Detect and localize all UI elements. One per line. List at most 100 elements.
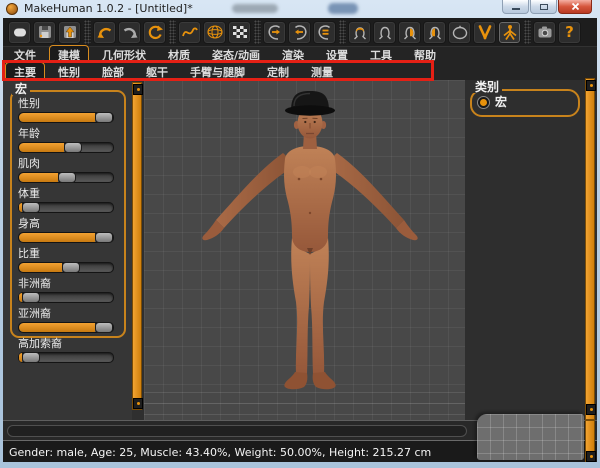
slider-track[interactable]: [18, 262, 114, 273]
model-foot-right: [313, 372, 336, 389]
watermark-blur: [328, 3, 358, 14]
slider-handle[interactable]: [22, 202, 40, 213]
sub-tab-bar: 主要 性别 脸部 躯干 手臂与腿脚 定制 测量: [3, 63, 597, 81]
load-icon[interactable]: [58, 21, 81, 44]
sub-tab-gender[interactable]: 性别: [49, 62, 89, 82]
menu-tab-bar: 文件 建模 几何形状 材质 姿态/动画 渲染 设置 工具 帮助: [3, 46, 597, 63]
slider-height: 身高: [18, 218, 118, 243]
toolbar-separator: [169, 20, 176, 44]
macro-radio-button[interactable]: [477, 96, 490, 109]
undo-icon[interactable]: [93, 21, 116, 44]
lower-right-scrollbar[interactable]: [585, 420, 595, 462]
macro-sliders: 性别 年龄 肌肉: [18, 98, 118, 368]
slider-track[interactable]: [18, 142, 114, 153]
sub-tab-custom[interactable]: 定制: [258, 62, 298, 82]
slider-track[interactable]: [18, 352, 114, 363]
scrollbar-button[interactable]: [586, 451, 596, 462]
slider-asian: 亚洲裔: [18, 308, 118, 333]
macro-radio-label: 宏: [495, 96, 507, 109]
slider-track[interactable]: [18, 112, 114, 123]
category-group-title: 类别: [472, 81, 502, 93]
slider-handle[interactable]: [22, 292, 40, 303]
model-arm-right: [329, 153, 404, 228]
close-icon: [571, 2, 580, 11]
scrollbar-button[interactable]: [586, 80, 596, 91]
toolbar-separator: [339, 20, 346, 44]
sub-tab-arms-legs[interactable]: 手臂与腿脚: [181, 62, 254, 82]
help-icon[interactable]: ?: [558, 21, 581, 44]
slider-handle[interactable]: [95, 232, 113, 243]
slider-track[interactable]: [18, 232, 114, 243]
grid-texture-artifact: [477, 414, 584, 460]
sub-tab-face[interactable]: 脸部: [93, 62, 133, 82]
smooth-icon[interactable]: [178, 21, 201, 44]
model-arm-left: [216, 153, 291, 228]
slider-gender: 性别: [18, 98, 118, 123]
head-right-half-icon[interactable]: [398, 21, 421, 44]
face-rotate-right-icon[interactable]: [263, 21, 286, 44]
sub-tab-torso[interactable]: 躯干: [137, 62, 177, 82]
save-icon[interactable]: [33, 21, 56, 44]
app-client-area: ? 文件 建模 几何形状 材质 姿态/动画 渲染 设置 工具 帮助 主要 性别 …: [3, 18, 597, 462]
minimize-button[interactable]: [502, 0, 529, 14]
menu-tab-help[interactable]: 帮助: [405, 45, 445, 65]
head-top-view-icon[interactable]: [448, 21, 471, 44]
maximize-button[interactable]: [530, 0, 557, 14]
hands-icon[interactable]: [473, 21, 496, 44]
viewport-left-scrollbar[interactable]: [132, 82, 142, 410]
new-document-icon[interactable]: [8, 21, 31, 44]
slider-track[interactable]: [18, 322, 114, 333]
wireframe-globe-icon[interactable]: [203, 21, 226, 44]
macro-group-title: 宏: [12, 83, 30, 95]
model-torso: [284, 146, 336, 252]
texture-checker-icon[interactable]: [228, 21, 251, 44]
slider-african: 非洲裔: [18, 278, 118, 303]
window-title: MakeHuman 1.0.2 - [Untitled]*: [24, 2, 193, 15]
face-rotate-left-icon[interactable]: [288, 21, 311, 44]
slider-muscle: 肌肉: [18, 158, 118, 183]
title-bar[interactable]: MakeHuman 1.0.2 - [Untitled]*: [0, 0, 600, 18]
reset-icon[interactable]: [143, 21, 166, 44]
slider-handle[interactable]: [58, 172, 76, 183]
progress-bar: [7, 425, 467, 437]
slider-handle[interactable]: [95, 322, 113, 333]
viewport-right-scrollbar[interactable]: [585, 78, 595, 420]
scrollbar-button[interactable]: [133, 398, 143, 409]
menu-tab-utilities[interactable]: 工具: [361, 45, 401, 65]
redo-icon[interactable]: [118, 21, 141, 44]
toolbar-separator: [524, 20, 531, 44]
camera-icon[interactable]: [533, 21, 556, 44]
human-model: [144, 80, 465, 420]
slider-proportions: 比重: [18, 248, 118, 273]
slider-handle[interactable]: [22, 352, 40, 363]
slider-handle[interactable]: [95, 112, 113, 123]
slider-track[interactable]: [18, 292, 114, 303]
viewport-3d[interactable]: [144, 80, 465, 420]
model-leg-left: [291, 238, 310, 374]
slider-handle[interactable]: [64, 142, 82, 153]
model-hat-brim: [285, 105, 335, 115]
watermark-blur: [232, 4, 278, 13]
maximize-icon: [540, 4, 548, 10]
model-foot-left: [284, 372, 307, 389]
sub-tab-measure[interactable]: 测量: [302, 62, 342, 82]
sub-tab-main[interactable]: 主要: [5, 62, 45, 82]
body-figure-icon[interactable]: [498, 21, 521, 44]
close-button[interactable]: [558, 0, 592, 14]
slider-track[interactable]: [18, 172, 114, 183]
head-plain-icon[interactable]: [373, 21, 396, 44]
makehuman-window: MakeHuman 1.0.2 - [Untitled]*: [0, 0, 600, 468]
minimize-icon: [512, 8, 520, 10]
model-leg-right: [310, 238, 329, 374]
scrollbar-button[interactable]: [133, 84, 143, 95]
head-left-half-icon[interactable]: [423, 21, 446, 44]
slider-track[interactable]: [18, 202, 114, 213]
face-reset-icon[interactable]: [313, 21, 336, 44]
scrollbar-button[interactable]: [586, 404, 596, 415]
head-hair-icon[interactable]: [348, 21, 371, 44]
status-text: Gender: male, Age: 25, Muscle: 43.40%, W…: [9, 446, 431, 459]
window-controls: [501, 0, 592, 14]
slider-handle[interactable]: [62, 262, 80, 273]
slider-caucasian: 高加索裔: [18, 338, 118, 363]
app-logo-icon: [6, 3, 18, 15]
